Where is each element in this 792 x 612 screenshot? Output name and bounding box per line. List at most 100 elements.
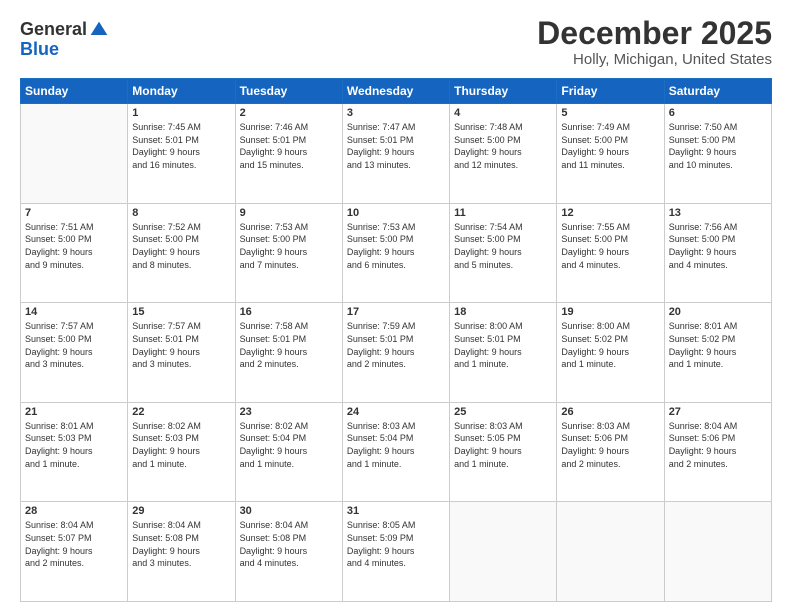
cell-day-number: 20 [669,306,767,318]
calendar-cell: 14Sunrise: 7:57 AM Sunset: 5:00 PM Dayli… [21,303,128,403]
cell-day-number: 27 [669,406,767,418]
calendar-week-row: 1Sunrise: 7:45 AM Sunset: 5:01 PM Daylig… [21,104,772,204]
cell-info: Sunrise: 7:48 AM Sunset: 5:00 PM Dayligh… [454,121,552,171]
cell-day-number: 19 [561,306,659,318]
calendar-cell: 5 Sunrise: 7:49 AM Sunset: 5:00 PM Daylig… [557,104,664,204]
calendar-cell: 22 Sunrise: 8:02 AM Sunset: 5:03 PM Dayli… [128,402,235,502]
cell-day-number: 13 [669,207,767,219]
calendar-cell: 24 Sunrise: 8:03 AM Sunset: 5:04 PM Dayli… [342,402,449,502]
logo: General Blue [20,20,109,60]
calendar-cell: 18 Sunrise: 8:00 AM Sunset: 5:01 PM Dayli… [450,303,557,403]
calendar-cell: 15Sunrise: 7:57 AM Sunset: 5:01 PM Dayli… [128,303,235,403]
cell-info: Sunrise: 8:04 AM Sunset: 5:08 PM Dayligh… [132,519,230,569]
calendar-day-header: Sunday [21,79,128,104]
cell-day-number: 29 [132,505,230,517]
calendar-week-row: 7Sunrise: 7:51 AM Sunset: 5:00 PM Daylig… [21,203,772,303]
cell-day-number: 8 [132,207,230,219]
calendar-cell: 17Sunrise: 7:59 AM Sunset: 5:01 PM Dayli… [342,303,449,403]
calendar-week-row: 28 Sunrise: 8:04 AM Sunset: 5:07 PM Dayli… [21,502,772,602]
cell-day-number: 4 [454,107,552,119]
cell-day-number: 18 [454,306,552,318]
cell-info: Sunrise: 8:04 AM Sunset: 5:06 PM Dayligh… [669,420,767,470]
calendar-cell: 11 Sunrise: 7:54 AM Sunset: 5:00 PM Dayli… [450,203,557,303]
cell-info: Sunrise: 8:00 AM Sunset: 5:01 PM Dayligh… [454,320,552,370]
cell-info: Sunrise: 8:04 AM Sunset: 5:08 PM Dayligh… [240,519,338,569]
cell-day-number: 21 [25,406,123,418]
cell-info: Sunrise: 8:04 AM Sunset: 5:07 PM Dayligh… [25,519,123,569]
logo-blue: Blue [20,39,59,59]
cell-info: Sunrise: 7:58 AM Sunset: 5:01 PM Dayligh… [240,320,338,370]
cell-day-number: 22 [132,406,230,418]
cell-day-number: 10 [347,207,445,219]
subtitle: Holly, Michigan, United States [537,51,772,68]
cell-info: Sunrise: 7:49 AM Sunset: 5:00 PM Dayligh… [561,121,659,171]
logo-icon [89,20,109,40]
cell-day-number: 3 [347,107,445,119]
cell-day-number: 12 [561,207,659,219]
cell-day-number: 23 [240,406,338,418]
calendar-table: SundayMondayTuesdayWednesdayThursdayFrid… [20,78,772,602]
cell-info: Sunrise: 7:59 AM Sunset: 5:01 PM Dayligh… [347,320,445,370]
main-title: December 2025 [537,16,772,51]
calendar-cell: 1Sunrise: 7:45 AM Sunset: 5:01 PM Daylig… [128,104,235,204]
cell-day-number: 30 [240,505,338,517]
calendar-cell [21,104,128,204]
header: General Blue December 2025 Holly, Michig… [20,16,772,68]
cell-info: Sunrise: 7:54 AM Sunset: 5:00 PM Dayligh… [454,221,552,271]
calendar-cell: 21 Sunrise: 8:01 AM Sunset: 5:03 PM Dayli… [21,402,128,502]
cell-day-number: 31 [347,505,445,517]
calendar-week-row: 14Sunrise: 7:57 AM Sunset: 5:00 PM Dayli… [21,303,772,403]
cell-day-number: 25 [454,406,552,418]
calendar-cell [557,502,664,602]
calendar-cell: 8 Sunrise: 7:52 AM Sunset: 5:00 PM Daylig… [128,203,235,303]
calendar-cell: 28 Sunrise: 8:04 AM Sunset: 5:07 PM Dayli… [21,502,128,602]
cell-info: Sunrise: 7:47 AM Sunset: 5:01 PM Dayligh… [347,121,445,171]
cell-info: Sunrise: 7:55 AM Sunset: 5:00 PM Dayligh… [561,221,659,271]
calendar-cell: 4 Sunrise: 7:48 AM Sunset: 5:00 PM Daylig… [450,104,557,204]
cell-day-number: 9 [240,207,338,219]
cell-info: Sunrise: 7:53 AM Sunset: 5:00 PM Dayligh… [347,221,445,271]
cell-day-number: 14 [25,306,123,318]
calendar-cell: 25 Sunrise: 8:03 AM Sunset: 5:05 PM Dayli… [450,402,557,502]
cell-info: Sunrise: 8:00 AM Sunset: 5:02 PM Dayligh… [561,320,659,370]
cell-day-number: 11 [454,207,552,219]
cell-day-number: 15 [132,306,230,318]
calendar-cell: 10 Sunrise: 7:53 AM Sunset: 5:00 PM Dayli… [342,203,449,303]
cell-day-number: 5 [561,107,659,119]
calendar-day-header: Friday [557,79,664,104]
cell-day-number: 28 [25,505,123,517]
calendar-cell: 3 Sunrise: 7:47 AM Sunset: 5:01 PM Daylig… [342,104,449,204]
calendar-day-header: Thursday [450,79,557,104]
calendar-cell [664,502,771,602]
logo-general: General [20,20,87,40]
calendar-cell: 2 Sunrise: 7:46 AM Sunset: 5:01 PM Daylig… [235,104,342,204]
calendar-week-row: 21 Sunrise: 8:01 AM Sunset: 5:03 PM Dayli… [21,402,772,502]
calendar-cell: 20 Sunrise: 8:01 AM Sunset: 5:02 PM Dayli… [664,303,771,403]
calendar-cell: 30 Sunrise: 8:04 AM Sunset: 5:08 PM Dayli… [235,502,342,602]
title-block: December 2025 Holly, Michigan, United St… [537,16,772,68]
cell-info: Sunrise: 8:03 AM Sunset: 5:04 PM Dayligh… [347,420,445,470]
cell-info: Sunrise: 8:03 AM Sunset: 5:05 PM Dayligh… [454,420,552,470]
calendar-cell: 19 Sunrise: 8:00 AM Sunset: 5:02 PM Dayli… [557,303,664,403]
cell-info: Sunrise: 8:02 AM Sunset: 5:03 PM Dayligh… [132,420,230,470]
cell-info: Sunrise: 8:03 AM Sunset: 5:06 PM Dayligh… [561,420,659,470]
calendar-cell: 31Sunrise: 8:05 AM Sunset: 5:09 PM Dayli… [342,502,449,602]
cell-day-number: 24 [347,406,445,418]
cell-info: Sunrise: 8:01 AM Sunset: 5:03 PM Dayligh… [25,420,123,470]
calendar-cell: 29 Sunrise: 8:04 AM Sunset: 5:08 PM Dayli… [128,502,235,602]
calendar-cell: 27 Sunrise: 8:04 AM Sunset: 5:06 PM Dayli… [664,402,771,502]
calendar-cell: 16Sunrise: 7:58 AM Sunset: 5:01 PM Dayli… [235,303,342,403]
cell-info: Sunrise: 8:01 AM Sunset: 5:02 PM Dayligh… [669,320,767,370]
calendar-day-header: Saturday [664,79,771,104]
page: General Blue December 2025 Holly, Michig… [0,0,792,612]
calendar-cell: 9Sunrise: 7:53 AM Sunset: 5:00 PM Daylig… [235,203,342,303]
cell-info: Sunrise: 7:45 AM Sunset: 5:01 PM Dayligh… [132,121,230,171]
calendar-header-row: SundayMondayTuesdayWednesdayThursdayFrid… [21,79,772,104]
cell-info: Sunrise: 7:52 AM Sunset: 5:00 PM Dayligh… [132,221,230,271]
calendar-day-header: Tuesday [235,79,342,104]
cell-day-number: 2 [240,107,338,119]
cell-info: Sunrise: 7:46 AM Sunset: 5:01 PM Dayligh… [240,121,338,171]
cell-info: Sunrise: 7:50 AM Sunset: 5:00 PM Dayligh… [669,121,767,171]
calendar-cell: 23Sunrise: 8:02 AM Sunset: 5:04 PM Dayli… [235,402,342,502]
calendar-cell [450,502,557,602]
